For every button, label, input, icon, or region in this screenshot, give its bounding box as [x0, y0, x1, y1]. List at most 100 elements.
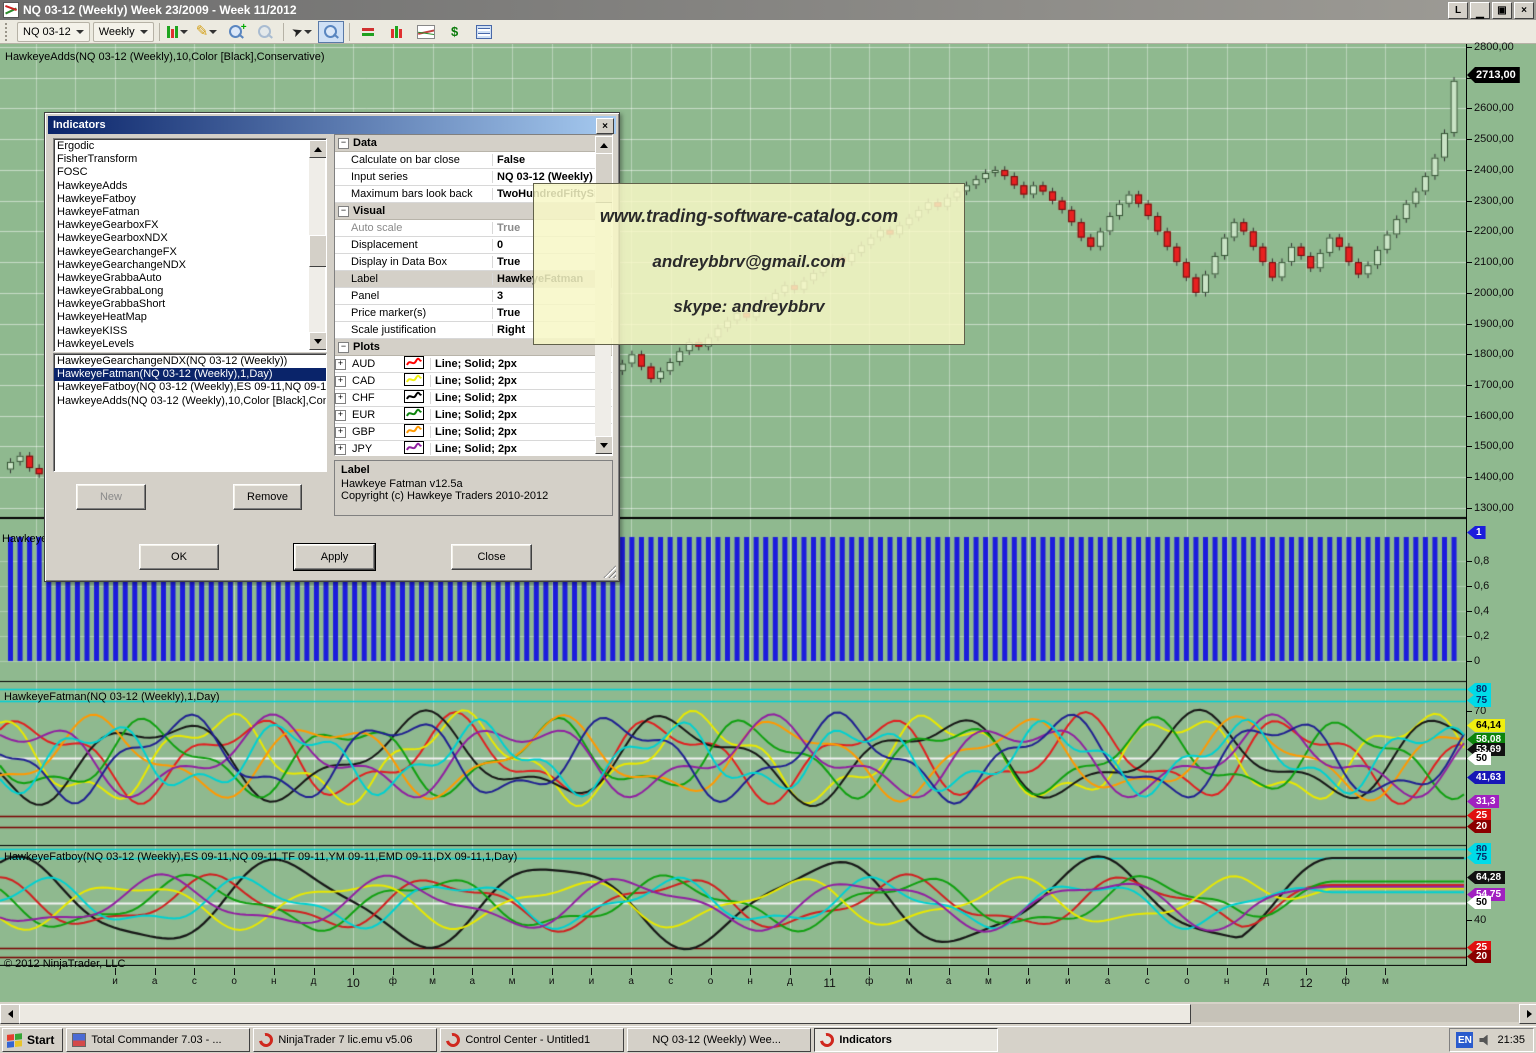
chart-style-button[interactable] — [165, 21, 191, 43]
expand-icon[interactable]: + — [335, 376, 346, 387]
nt-icon — [818, 1030, 837, 1049]
time-axis-label: о — [708, 976, 714, 987]
time-axis[interactable]: иасонд10фмамииасонд11фмамииасонд12фм — [0, 966, 1536, 1002]
property-section[interactable]: −Data — [335, 135, 612, 152]
taskbar-item[interactable]: Indicators — [814, 1028, 998, 1052]
plot-row[interactable]: +CADLine; Solid; 2px — [335, 373, 612, 390]
period-selector[interactable]: Weekly — [93, 22, 154, 42]
list-item-indicator[interactable]: HawkeyeGearboxNDX — [54, 232, 326, 245]
taskbar-item[interactable]: NQ 03-12 (Weekly) Wee... — [627, 1028, 811, 1052]
chart-trader-button[interactable] — [384, 21, 410, 43]
restore-button[interactable]: ▣ — [1492, 2, 1512, 19]
list-item-configured[interactable]: HawkeyeAdds(NQ 03-12 (Weekly),10,Color [… — [54, 395, 326, 408]
data-box-button[interactable] — [318, 21, 344, 43]
language-indicator[interactable]: EN — [1456, 1032, 1473, 1048]
scroll-right-button[interactable] — [1519, 1004, 1536, 1024]
scroll-up-button[interactable] — [595, 136, 613, 154]
scrollbar-track[interactable] — [1189, 1004, 1519, 1022]
expand-icon[interactable]: + — [335, 359, 346, 370]
news-button[interactable]: $ — [442, 21, 468, 43]
list-item-configured[interactable]: HawkeyeGearchangeNDX(NQ 03-12 (Weekly)) — [54, 355, 326, 368]
property-name: Maximum bars look back — [335, 188, 492, 200]
close-button[interactable]: × — [1514, 2, 1534, 19]
horizontal-scrollbar[interactable] — [0, 1002, 1536, 1026]
resize-grip[interactable] — [603, 565, 616, 578]
collapse-icon[interactable]: − — [338, 206, 349, 217]
list-item-configured[interactable]: HawkeyeFatman(NQ 03-12 (Weekly),1,Day) — [54, 368, 326, 381]
title-bar[interactable]: NQ 03-12 (Weekly) Week 23/2009 - Week 11… — [0, 0, 1536, 20]
plot-row[interactable]: +JPYLine; Solid; 2px — [335, 441, 612, 456]
list-scrollbar[interactable] — [309, 140, 325, 350]
time-axis-label: ф — [1342, 976, 1350, 987]
volume-icon[interactable] — [1479, 1035, 1491, 1046]
list-item-indicator[interactable]: HawkeyeAdds — [54, 180, 326, 193]
axis-tick — [1466, 661, 1472, 662]
watermark-overlay: www.trading-software-catalog.com andreyb… — [533, 183, 965, 345]
property-name: Auto scale — [335, 222, 492, 234]
taskbar-item[interactable]: Total Commander 7.03 - ... — [66, 1028, 250, 1052]
plot-row[interactable]: +GBPLine; Solid; 2px — [335, 424, 612, 441]
market-analyzer-button[interactable] — [355, 21, 381, 43]
list-item-indicator[interactable]: HawkeyeGrabbaShort — [54, 298, 326, 311]
taskbar-item[interactable]: NinjaTrader 7 lic.emu v5.06 — [253, 1028, 437, 1052]
time-axis-label: о — [231, 976, 237, 987]
properties-button[interactable] — [471, 21, 497, 43]
plot-row[interactable]: +EURLine; Solid; 2px — [335, 407, 612, 424]
remove-button[interactable]: Remove — [233, 484, 302, 510]
property-value[interactable]: NQ 03-12 (Weekly) — [492, 171, 612, 183]
ok-button[interactable]: OK — [139, 544, 219, 570]
plot-row[interactable]: +AUDLine; Solid; 2px — [335, 356, 612, 373]
list-item-indicator[interactable]: HawkeyeFatboy — [54, 193, 326, 206]
configured-indicators-list[interactable]: HawkeyeGearchangeNDX(NQ 03-12 (Weekly))H… — [53, 353, 327, 472]
expand-icon[interactable]: + — [335, 410, 346, 421]
window-extra-button[interactable]: L — [1448, 2, 1468, 19]
plot-row[interactable]: +CHFLine; Solid; 2px — [335, 390, 612, 407]
scroll-down-button[interactable] — [595, 436, 613, 454]
cursor-button[interactable]: ➤ — [289, 21, 315, 43]
list-item-indicator[interactable]: FisherTransform — [54, 153, 326, 166]
list-item-indicator[interactable]: HawkeyeFatman — [54, 206, 326, 219]
collapse-icon[interactable]: − — [338, 342, 349, 353]
list-item-indicator[interactable]: HawkeyeGrabbaLong — [54, 285, 326, 298]
scroll-down-button[interactable] — [309, 332, 327, 350]
apply-button[interactable]: Apply — [294, 544, 375, 570]
list-item-indicator[interactable]: HawkeyeGearchangeNDX — [54, 259, 326, 272]
taskbar-item[interactable]: Control Center - Untitled1 — [440, 1028, 624, 1052]
time-tick — [353, 968, 354, 975]
chevron-down-icon — [76, 30, 84, 34]
expand-icon[interactable]: + — [335, 393, 346, 404]
close-button-dialog[interactable]: Close — [451, 544, 532, 570]
scrollbar-thumb[interactable] — [309, 235, 327, 267]
available-indicators-list[interactable]: ErgodicFisherTransformFOSCHawkeyeAddsHaw… — [53, 138, 327, 352]
list-item-indicator[interactable]: FOSC — [54, 166, 326, 179]
property-value[interactable]: False — [492, 154, 612, 166]
bars-icon — [362, 28, 374, 36]
line-chart-button[interactable] — [413, 21, 439, 43]
dialog-title-bar[interactable]: Indicators × — [48, 116, 616, 134]
list-item-indicator[interactable]: HawkeyeGrabbaAuto — [54, 272, 326, 285]
scrollbar-thumb[interactable] — [19, 1004, 1191, 1024]
drawing-tools-button[interactable]: ✎ — [194, 21, 220, 43]
zoom-in-button[interactable]: + — [223, 21, 249, 43]
expand-icon[interactable]: + — [335, 427, 346, 438]
list-item-indicator[interactable]: Ergodic — [54, 140, 326, 153]
list-item-indicator[interactable]: HawkeyeGearchangeFX — [54, 246, 326, 259]
list-item-indicator[interactable]: HawkeyeHeatMap — [54, 311, 326, 324]
property-row[interactable]: Calculate on bar closeFalse — [335, 152, 612, 169]
expand-icon[interactable]: + — [335, 444, 346, 455]
scroll-up-button[interactable] — [309, 140, 327, 158]
instrument-selector[interactable]: NQ 03-12 — [17, 22, 90, 42]
minimize-button[interactable]: ▁ — [1470, 2, 1490, 19]
collapse-icon[interactable]: − — [338, 138, 349, 149]
dialog-close-button[interactable]: × — [596, 118, 614, 134]
scroll-left-button[interactable] — [0, 1004, 20, 1024]
list-item-indicator[interactable]: HawkeyeGearboxFX — [54, 219, 326, 232]
list-item-indicator[interactable]: HawkeyeKISS — [54, 325, 326, 338]
list-item-indicator[interactable]: HawkeyeLevels — [54, 338, 326, 351]
histogram-axis-label: 0 — [1474, 655, 1480, 667]
plot-name: JPY — [346, 443, 404, 455]
time-tick — [155, 968, 156, 975]
start-button[interactable]: Start — [2, 1028, 63, 1052]
list-item-configured[interactable]: HawkeyeFatboy(NQ 03-12 (Weekly),ES 09-11… — [54, 381, 326, 394]
fatboy-level-50: 50 — [1467, 896, 1491, 909]
